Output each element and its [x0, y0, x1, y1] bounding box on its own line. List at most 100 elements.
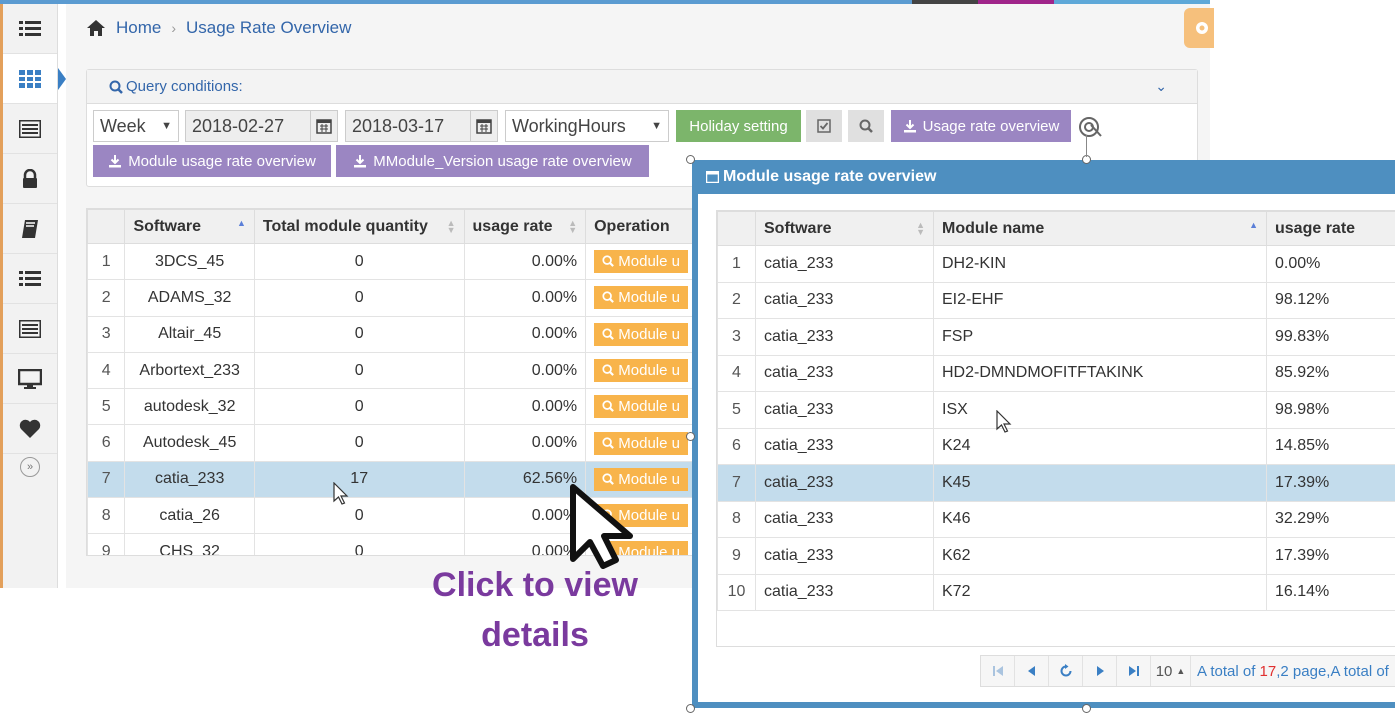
resize-handle[interactable]	[1082, 704, 1091, 713]
sidebar-item-list[interactable]	[3, 4, 57, 54]
table-row[interactable]: 6 catia_233 K24 14.85%	[717, 427, 1395, 465]
module-usage-button[interactable]: Module u	[594, 431, 688, 455]
sort-asc-icon: ▲	[1249, 220, 1258, 230]
hours-select[interactable]: WorkingHours ▼	[505, 110, 669, 142]
sort-icon: ▲ ▼	[446, 218, 456, 235]
software-cell: catia_233	[755, 245, 934, 283]
search-icon	[602, 328, 615, 340]
software-cell: autodesk_32	[124, 388, 255, 426]
sidebar-item-monitor[interactable]	[3, 354, 57, 404]
breadcrumb-home[interactable]: Home	[116, 18, 161, 38]
search-button[interactable]	[848, 110, 884, 142]
table-row[interactable]: 5 autodesk_32 0 0.00% Module u	[87, 388, 695, 426]
module-usage-button[interactable]: Module u	[594, 286, 688, 310]
module-usage-button[interactable]: Module u	[594, 250, 688, 274]
sidebar-item-grid[interactable]	[3, 54, 66, 104]
software-cell: catia_233	[755, 573, 934, 611]
calendar-icon	[316, 119, 332, 134]
page-size-select[interactable]: 10 ▲	[1151, 656, 1191, 686]
software-cell: Autodesk_45	[124, 424, 255, 462]
row-number: 2	[717, 281, 756, 319]
module-usage-button[interactable]: Module u	[594, 322, 688, 346]
quantity-cell: 0	[253, 497, 465, 535]
check-button[interactable]	[806, 110, 842, 142]
table-row[interactable]: 7 catia_233 K45 17.39%	[717, 464, 1395, 502]
start-date-input[interactable]: 2018-02-27	[185, 110, 311, 142]
table-row[interactable]: 6 Autodesk_45 0 0.00% Module u	[87, 424, 695, 462]
dialog-title-bar[interactable]: Module usage rate overview	[698, 160, 1395, 194]
table-row[interactable]: 10 catia_233 K72 16.14%	[717, 573, 1395, 611]
start-calendar-button[interactable]	[310, 110, 338, 142]
software-cell: catia_233	[755, 464, 934, 502]
module-usage-overview-label: Module usage rate overview	[128, 152, 316, 170]
module-usage-overview-button[interactable]: Module usage rate overview	[93, 145, 331, 177]
column-header-label: Operation	[594, 217, 670, 235]
last-page-button[interactable]	[1117, 656, 1151, 686]
heart-icon	[19, 419, 41, 438]
column-header-software[interactable]: Software ▲ ▼	[755, 211, 934, 246]
resize-handle[interactable]	[686, 432, 695, 441]
download-icon	[109, 155, 122, 168]
column-header-module-name[interactable]: Module name ▲	[933, 211, 1267, 246]
sidebar-item-heart[interactable]	[3, 404, 57, 454]
sort-icon: ▲ ▼	[568, 218, 578, 235]
table-row[interactable]: 8 catia_233 K46 32.29%	[717, 500, 1395, 538]
sidebar-item-card2[interactable]	[3, 304, 57, 354]
next-page-button[interactable]	[1083, 656, 1117, 686]
sidebar-item-list2[interactable]	[3, 254, 57, 304]
first-page-icon	[992, 666, 1003, 676]
period-select[interactable]: Week ▼	[93, 110, 179, 142]
resize-handle[interactable]	[686, 704, 695, 713]
table-row[interactable]: 1 catia_233 DH2-KIN 0.00%	[717, 245, 1395, 283]
table-row[interactable]: 2 ADAMS_32 0 0.00% Module u	[87, 279, 695, 317]
table-row[interactable]: 3 Altair_45 0 0.00% Module u	[87, 315, 695, 353]
operation-cell: Module u	[585, 351, 695, 390]
column-header-label: usage rate	[1275, 219, 1356, 237]
table-row[interactable]: 1 3DCS_45 0 0.00% Module u	[87, 242, 695, 281]
quantity-cell: 0	[253, 424, 465, 462]
chevron-down-icon[interactable]: ⌄	[1155, 78, 1167, 95]
table-row[interactable]: 2 catia_233 EI2-EHF 98.12%	[717, 281, 1395, 319]
table-row[interactable]: 4 Arbortext_233 0 0.00% Module u	[87, 351, 695, 390]
holiday-setting-button[interactable]: Holiday setting	[676, 110, 801, 142]
first-page-button[interactable]	[981, 656, 1015, 686]
module-usage-button[interactable]: Module u	[594, 359, 688, 383]
calendar-icon	[476, 119, 492, 134]
table-row[interactable]: 4 catia_233 HD2-DMNDMOFITFTAKINK 85.92%	[717, 354, 1395, 392]
column-header-quantity[interactable]: Total module quantity ▲ ▼	[253, 209, 465, 244]
dialog-title: Module usage rate overview	[723, 168, 937, 185]
column-header-software[interactable]: Software ▲	[124, 209, 255, 244]
sidebar-item-book[interactable]	[3, 204, 57, 254]
row-number: 1	[717, 245, 756, 283]
column-header-usage-rate[interactable]: usage rate	[1266, 211, 1395, 246]
usage-rate-cell: 0.00%	[463, 351, 587, 390]
sidebar-item-lock[interactable]	[3, 154, 57, 204]
usage-rate-overview-button[interactable]: Usage rate overview	[891, 110, 1071, 142]
sidebar-item-card[interactable]	[3, 104, 57, 154]
table-row[interactable]: 5 catia_233 ISX 98.98%	[717, 391, 1395, 429]
double-chevron-right-icon: »	[20, 457, 40, 477]
breadcrumb-current: Usage Rate Overview	[186, 18, 352, 37]
row-number: 7	[717, 464, 756, 502]
module-name-cell: K45	[933, 464, 1267, 502]
pointer-cursor-icon	[570, 484, 633, 569]
column-header-usage-rate[interactable]: usage rate ▲ ▼	[463, 209, 587, 244]
resize-handle[interactable]	[686, 155, 695, 164]
refresh-button[interactable]	[1049, 656, 1083, 686]
table-row[interactable]: 3 catia_233 FSP 99.83%	[717, 318, 1395, 356]
row-number: 3	[87, 315, 126, 353]
sidebar-collapse[interactable]: »	[3, 454, 57, 480]
column-header-label: Software	[764, 219, 832, 237]
usage-rate-overview-label: Usage rate overview	[922, 117, 1060, 135]
end-date-input[interactable]: 2018-03-17	[345, 110, 471, 142]
end-calendar-button[interactable]	[470, 110, 498, 142]
settings-button[interactable]	[1184, 8, 1214, 48]
version-usage-overview-button[interactable]: MModule_Version usage rate overview	[336, 145, 649, 177]
query-header[interactable]: Query conditions: ⌄	[87, 70, 1197, 104]
quantity-cell: 17	[253, 460, 465, 499]
operation-cell: Module u	[585, 388, 695, 426]
table-row[interactable]: 9 catia_233 K62 17.39%	[717, 537, 1395, 575]
prev-page-button[interactable]	[1015, 656, 1049, 686]
module-usage-button[interactable]: Module u	[594, 395, 688, 419]
quantity-cell: 0	[253, 315, 465, 353]
